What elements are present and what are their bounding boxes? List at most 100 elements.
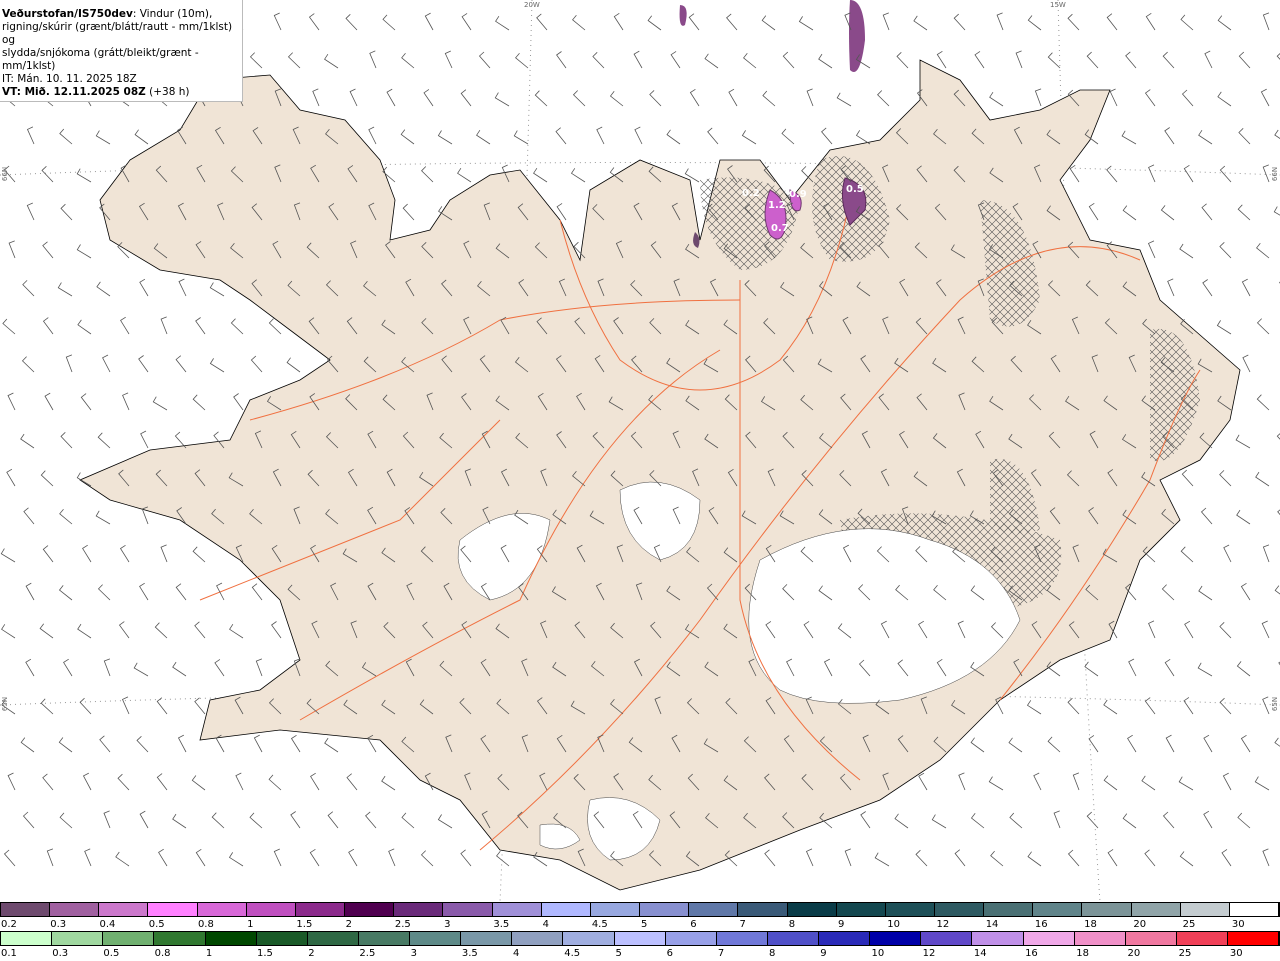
wind-barb (744, 53, 756, 68)
lon-label-20w: 20W (524, 1, 540, 9)
wind-barb (382, 776, 395, 790)
wind-barb (193, 395, 205, 410)
legend-label: 4 (542, 917, 591, 932)
wind-barb (671, 51, 680, 68)
wind-barb (1218, 92, 1231, 106)
wind-barb (634, 51, 642, 68)
wind-barb (1181, 547, 1193, 562)
wind-barb (78, 320, 91, 334)
wind-barb (1204, 811, 1212, 828)
wind-barb (310, 849, 319, 866)
wind-barb (1199, 586, 1212, 600)
wind-barb (140, 811, 148, 828)
wind-barb (1257, 395, 1269, 410)
legend-label: 18 (1083, 917, 1132, 932)
wind-barb (954, 14, 965, 30)
wind-barb (883, 13, 889, 30)
legend-label: 0.3 (49, 917, 98, 932)
wind-barb (556, 128, 566, 144)
wind-barb (43, 242, 53, 258)
wind-barb (438, 131, 452, 145)
wind-barb (689, 14, 699, 30)
legend-swatch (308, 932, 359, 945)
wind-barb (1263, 545, 1269, 562)
legend-label: 18 (1075, 946, 1126, 961)
wind-barb (1220, 622, 1231, 638)
wind-barb (137, 736, 148, 752)
wind-barb (1164, 812, 1175, 828)
legend-swatch (984, 903, 1033, 916)
wind-barb (1087, 52, 1098, 68)
wind-barb (819, 54, 832, 68)
wind-barb (61, 432, 72, 448)
legend-swatch (819, 932, 870, 945)
wind-barb (1108, 849, 1117, 866)
wind-barb (1275, 586, 1280, 600)
wind-barb (104, 659, 110, 676)
wind-barb (43, 546, 53, 562)
wind-barb (878, 91, 889, 107)
wind-barb (159, 849, 167, 866)
wind-barb (157, 774, 167, 790)
wind-barb (176, 356, 186, 372)
wind-barb (495, 93, 509, 106)
wind-barb (250, 813, 262, 828)
wind-barb (782, 129, 794, 144)
wind-barb (99, 585, 111, 600)
wind-barb (179, 735, 187, 752)
legend-swatch (1177, 932, 1228, 945)
wind-barb (837, 93, 851, 106)
wind-barb (1239, 128, 1250, 144)
wind-barb (614, 13, 623, 30)
wind-barb (175, 432, 186, 448)
wind-barb (425, 13, 433, 30)
legend-label: 9 (837, 917, 886, 932)
wind-barb (44, 318, 54, 334)
wind-barb (60, 585, 73, 600)
wind-barb (1028, 852, 1041, 866)
wind-barb (1217, 320, 1231, 334)
wind-barb (997, 13, 1003, 30)
wind-barb (77, 169, 91, 182)
legend-swatch (738, 903, 787, 916)
wind-barb (1179, 777, 1193, 790)
legend-swatch (870, 932, 921, 945)
value-label: 0.5 (846, 184, 864, 195)
wind-barb (1205, 51, 1212, 68)
legend-swatch (1230, 903, 1279, 916)
wind-barb (857, 130, 871, 144)
legend-swatch (542, 903, 591, 916)
legend-label: 3 (443, 917, 492, 932)
wind-barb (1263, 165, 1269, 182)
wind-barb (1168, 279, 1174, 296)
wind-barb (916, 850, 927, 866)
wind-barb (234, 394, 243, 411)
legend-label: 14 (973, 946, 1024, 961)
legend-swatch (1082, 903, 1131, 916)
wind-barb (1048, 53, 1060, 68)
wind-barb (350, 89, 357, 106)
wind-barb (648, 16, 661, 30)
wind-barb (1220, 166, 1231, 182)
legend-label: 16 (1024, 946, 1075, 961)
wind-barb (313, 89, 319, 106)
wind-barb (1236, 435, 1250, 448)
wind-barb (274, 13, 281, 30)
legend-swatch (689, 903, 738, 916)
wind-barb (3, 319, 15, 334)
wind-barb (192, 776, 205, 791)
legend-label: 3.5 (461, 946, 512, 961)
legend-label: 0.4 (98, 917, 147, 932)
wind-barb (1237, 510, 1250, 524)
legend-swatch (52, 932, 103, 945)
wind-barb (461, 90, 471, 106)
legend-label: 25 (1182, 917, 1231, 932)
wind-barb (496, 16, 509, 30)
wind-barb (975, 51, 984, 68)
wind-barb (1257, 243, 1269, 258)
legend-label: 0.8 (197, 917, 246, 932)
wind-barb (5, 850, 16, 866)
wind-barb (1184, 165, 1193, 182)
wind-barb (1145, 850, 1155, 866)
wind-barb (256, 659, 262, 676)
